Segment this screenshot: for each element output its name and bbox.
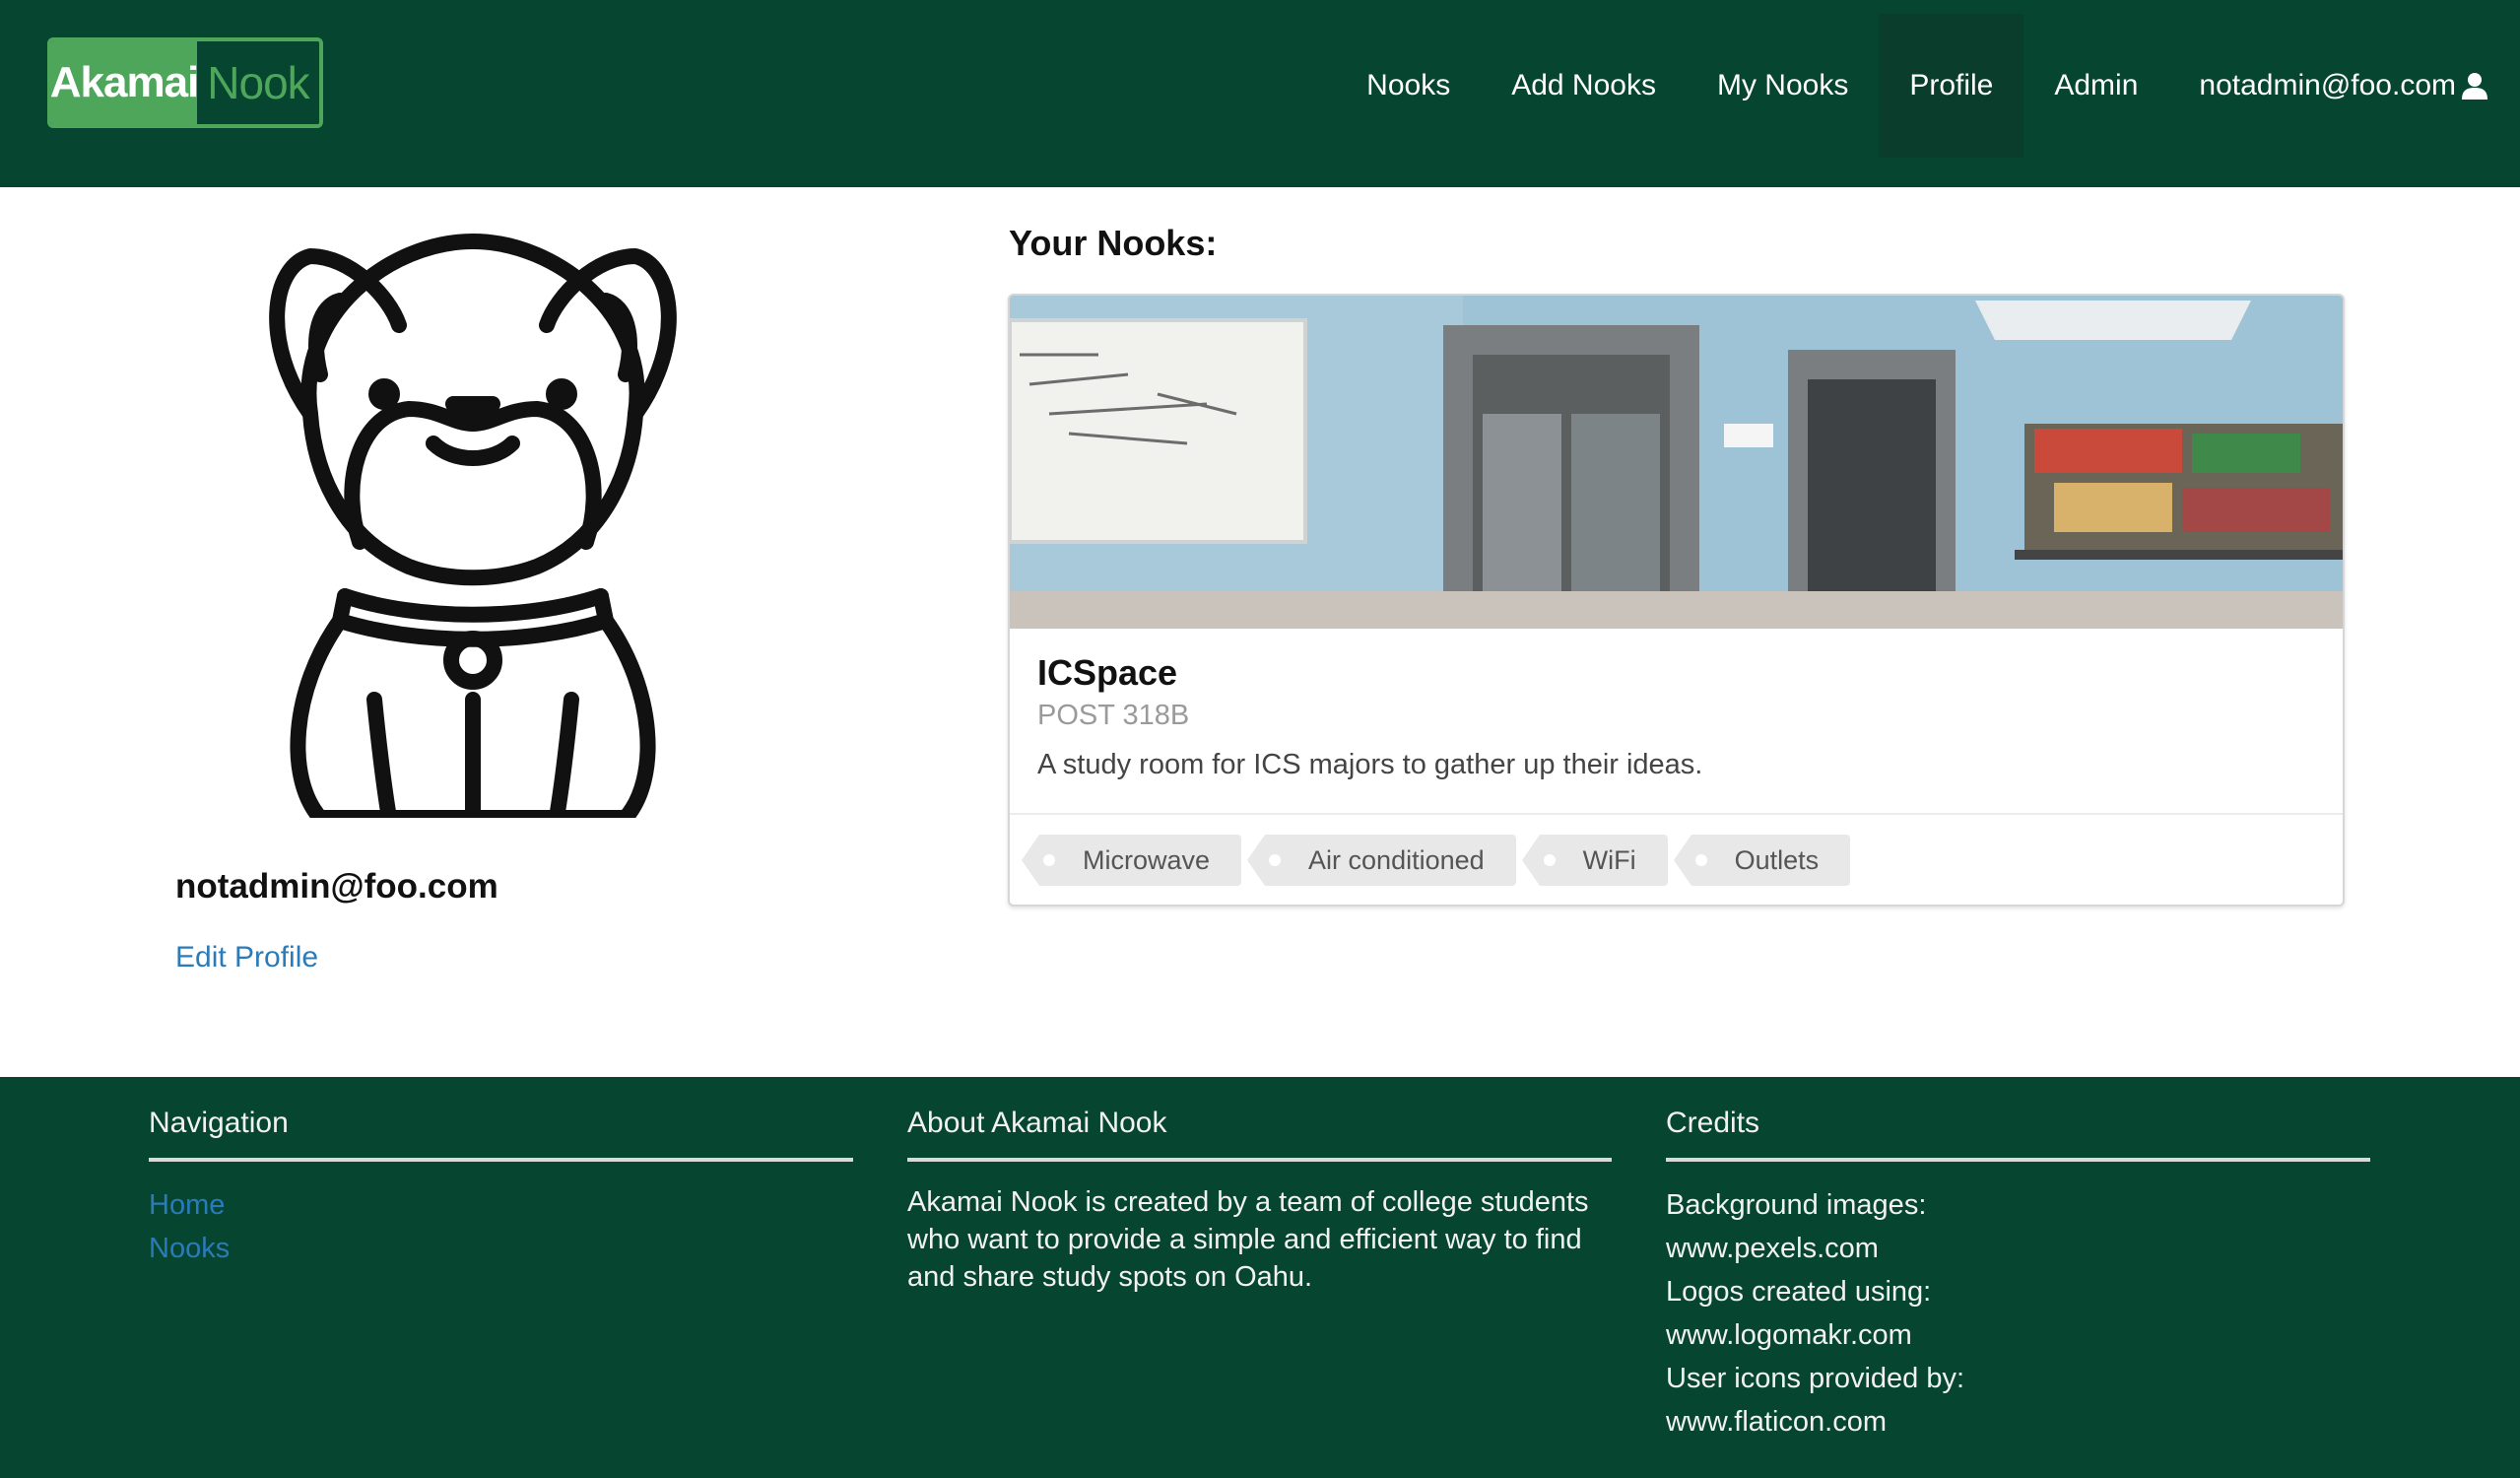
footer-navigation: Navigation Home Nooks bbox=[149, 1107, 853, 1270]
tag-outlets[interactable]: Outlets bbox=[1673, 835, 1851, 886]
credit-line: www.logomakr.com bbox=[1666, 1319, 1912, 1351]
nav-user-menu[interactable]: notadmin@foo.com bbox=[2168, 14, 2520, 158]
profile-email: notadmin@foo.com bbox=[175, 867, 498, 906]
nav-item-add-nooks[interactable]: Add Nooks bbox=[1481, 14, 1687, 158]
footer-link-home[interactable]: Home bbox=[149, 1183, 853, 1227]
tag-hole-icon bbox=[1543, 854, 1556, 866]
footer-navigation-heading: Navigation bbox=[149, 1107, 853, 1162]
nav-item-label: Profile bbox=[1909, 69, 1994, 101]
footer-about: About Akamai Nook Akamai Nook is created… bbox=[907, 1107, 1612, 1296]
footer-about-heading: About Akamai Nook bbox=[907, 1107, 1612, 1162]
footer-credits-heading: Credits bbox=[1666, 1107, 2370, 1162]
nav-user-email: notadmin@foo.com bbox=[2199, 69, 2456, 101]
footer-credits: Credits Background images: www.pexels.co… bbox=[1666, 1107, 2370, 1444]
nav-item-label: Add Nooks bbox=[1511, 69, 1656, 101]
credit-line: www.pexels.com bbox=[1666, 1233, 1879, 1264]
nook-tags-section: Microwave Air conditioned WiFi Outlets bbox=[1010, 813, 2343, 905]
footer-link-nooks[interactable]: Nooks bbox=[149, 1227, 853, 1270]
nav-item-profile[interactable]: Profile bbox=[1879, 14, 2024, 158]
logo-word-nook: Nook bbox=[197, 41, 319, 124]
site-footer: Navigation Home Nooks About Akamai Nook … bbox=[0, 1077, 2520, 1478]
tag-hole-icon bbox=[1269, 854, 1282, 866]
bulldog-avatar-icon bbox=[241, 227, 704, 826]
logo-word-akamai: Akamai bbox=[51, 41, 199, 124]
nav-item-label: Nooks bbox=[1366, 69, 1451, 101]
tag-hole-icon bbox=[1694, 854, 1707, 866]
nav-item-label: My Nooks bbox=[1716, 69, 1849, 101]
nav-item-admin[interactable]: Admin bbox=[2023, 14, 2168, 158]
nook-photo bbox=[1010, 296, 2343, 629]
tag-label: WiFi bbox=[1582, 844, 1636, 875]
nav-links: Nooks Add Nooks My Nooks Profile Admin n… bbox=[1336, 14, 2520, 158]
nook-card[interactable]: ICSpace POST 318B A study room for ICS m… bbox=[1008, 294, 2345, 907]
user-icon bbox=[2460, 71, 2489, 101]
credit-line: www.flaticon.com bbox=[1666, 1406, 1888, 1438]
top-navbar: Akamai Nook Nooks Add Nooks My Nooks Pro… bbox=[0, 0, 2520, 187]
edit-profile-link[interactable]: Edit Profile bbox=[175, 941, 318, 974]
credit-line: Background images: bbox=[1666, 1189, 1927, 1221]
tag-air-conditioned[interactable]: Air conditioned bbox=[1247, 835, 1516, 886]
tag-hole-icon bbox=[1043, 854, 1055, 866]
nav-item-my-nooks[interactable]: My Nooks bbox=[1687, 14, 1879, 158]
nook-description: A study room for ICS majors to gather up… bbox=[1037, 749, 1703, 780]
tag-label: Air conditioned bbox=[1308, 844, 1485, 875]
credit-line: Logos created using: bbox=[1666, 1276, 1932, 1308]
tag-label: Microwave bbox=[1083, 844, 1211, 875]
nook-title: ICSpace bbox=[1037, 652, 1178, 693]
tag-microwave[interactable]: Microwave bbox=[1021, 835, 1242, 886]
akamai-nook-logo[interactable]: Akamai Nook bbox=[47, 37, 323, 128]
nav-item-label: Admin bbox=[2054, 69, 2139, 101]
tag-wifi[interactable]: WiFi bbox=[1521, 835, 1668, 886]
tag-label: Outlets bbox=[1734, 844, 1820, 875]
nook-location: POST 318B bbox=[1037, 700, 1190, 731]
nav-item-nooks[interactable]: Nooks bbox=[1336, 14, 1481, 158]
tag-list: Microwave Air conditioned WiFi Outlets bbox=[1021, 835, 1851, 886]
credit-line: User icons provided by: bbox=[1666, 1363, 1965, 1394]
footer-about-text: Akamai Nook is created by a team of coll… bbox=[907, 1186, 1589, 1293]
your-nooks-heading: Your Nooks: bbox=[1009, 223, 1218, 263]
